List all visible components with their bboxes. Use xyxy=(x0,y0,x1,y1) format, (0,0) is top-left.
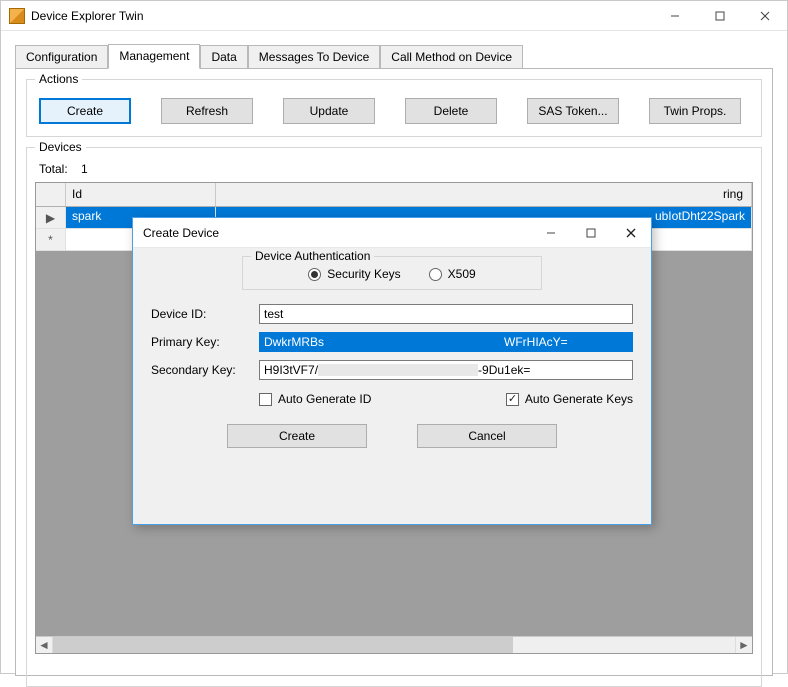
dialog-minimize-button[interactable] xyxy=(531,218,571,247)
scroll-thumb[interactable] xyxy=(53,637,513,653)
grid-header: Id ring xyxy=(36,183,752,207)
primary-key-input[interactable]: DwkrMRBs WFrHIAcY= xyxy=(259,332,633,352)
primary-key-value-left: DwkrMRBs xyxy=(264,335,324,349)
scroll-left-icon[interactable]: ◄ xyxy=(36,637,53,653)
create-device-dialog: Create Device Device Authentication Secu… xyxy=(132,217,652,525)
secondary-key-value-left: H9I3tVF7/ xyxy=(264,363,318,377)
tab-call-method[interactable]: Call Method on Device xyxy=(380,45,523,69)
device-id-label: Device ID: xyxy=(151,307,259,321)
delete-button[interactable]: Delete xyxy=(405,98,497,124)
tab-data[interactable]: Data xyxy=(200,45,247,69)
grid-header-connstring[interactable]: ring xyxy=(216,183,752,206)
grid-header-selector xyxy=(36,183,66,206)
radio-label: X509 xyxy=(448,267,476,281)
device-auth-legend: Device Authentication xyxy=(251,249,374,263)
auto-generate-keys-checkbox[interactable]: Auto Generate Keys xyxy=(506,392,633,406)
primary-key-value-right: WFrHIAcY= xyxy=(504,335,568,349)
refresh-button[interactable]: Refresh xyxy=(161,98,253,124)
dialog-title-bar: Create Device xyxy=(133,218,651,248)
dialog-cancel-button[interactable]: Cancel xyxy=(417,424,557,448)
tab-configuration[interactable]: Configuration xyxy=(15,45,108,69)
sas-token-button[interactable]: SAS Token... xyxy=(527,98,619,124)
device-id-input[interactable]: test xyxy=(259,304,633,324)
window-title: Device Explorer Twin xyxy=(31,9,144,23)
row-new-indicator-icon: * xyxy=(36,229,66,251)
create-button[interactable]: Create xyxy=(39,98,131,124)
secondary-key-value-right: -9Du1ek= xyxy=(478,363,530,377)
devices-total-label: Total: xyxy=(39,162,68,176)
maximize-button[interactable] xyxy=(697,1,742,30)
radio-security-keys[interactable]: Security Keys xyxy=(308,267,400,281)
devices-total-value: 1 xyxy=(81,162,88,176)
secondary-key-value-redacted xyxy=(318,364,478,376)
actions-legend: Actions xyxy=(35,72,82,86)
dialog-close-button[interactable] xyxy=(611,218,651,247)
tab-panel-management: Actions Create Refresh Update Delete SAS… xyxy=(15,68,773,676)
twin-props-button[interactable]: Twin Props. xyxy=(649,98,741,124)
horizontal-scrollbar[interactable]: ◄ ► xyxy=(36,636,752,653)
dialog-maximize-button[interactable] xyxy=(571,218,611,247)
radio-icon xyxy=(308,268,321,281)
secondary-key-label: Secondary Key: xyxy=(151,363,259,377)
radio-icon xyxy=(429,268,442,281)
dialog-create-button[interactable]: Create xyxy=(227,424,367,448)
scroll-right-icon[interactable]: ► xyxy=(735,637,752,653)
actions-group: Actions Create Refresh Update Delete SAS… xyxy=(26,79,762,137)
close-button[interactable] xyxy=(742,1,787,30)
update-button[interactable]: Update xyxy=(283,98,375,124)
devices-legend: Devices xyxy=(35,140,86,154)
tab-messages-to-device[interactable]: Messages To Device xyxy=(248,45,381,69)
device-auth-group: Device Authentication Security Keys X509 xyxy=(242,256,542,290)
dialog-title: Create Device xyxy=(143,226,219,240)
row-indicator-icon: ▶ xyxy=(36,207,66,229)
primary-key-label: Primary Key: xyxy=(151,335,259,349)
tab-strip: Configuration Management Data Messages T… xyxy=(1,31,787,68)
title-bar: Device Explorer Twin xyxy=(1,1,787,31)
minimize-button[interactable] xyxy=(652,1,697,30)
tab-management[interactable]: Management xyxy=(108,44,200,69)
secondary-key-input[interactable]: H9I3tVF7/ -9Du1ek= xyxy=(259,360,633,380)
radio-label: Security Keys xyxy=(327,267,400,281)
app-icon xyxy=(9,8,25,24)
checkbox-label: Auto Generate Keys xyxy=(525,392,633,406)
checkbox-label: Auto Generate ID xyxy=(278,392,371,406)
grid-header-id[interactable]: Id xyxy=(66,183,216,206)
checkbox-icon xyxy=(259,393,272,406)
checkbox-icon xyxy=(506,393,519,406)
devices-total: Total: 1 xyxy=(39,162,753,176)
auto-generate-id-checkbox[interactable]: Auto Generate ID xyxy=(259,392,371,406)
scroll-track[interactable] xyxy=(53,637,735,653)
radio-x509[interactable]: X509 xyxy=(429,267,476,281)
